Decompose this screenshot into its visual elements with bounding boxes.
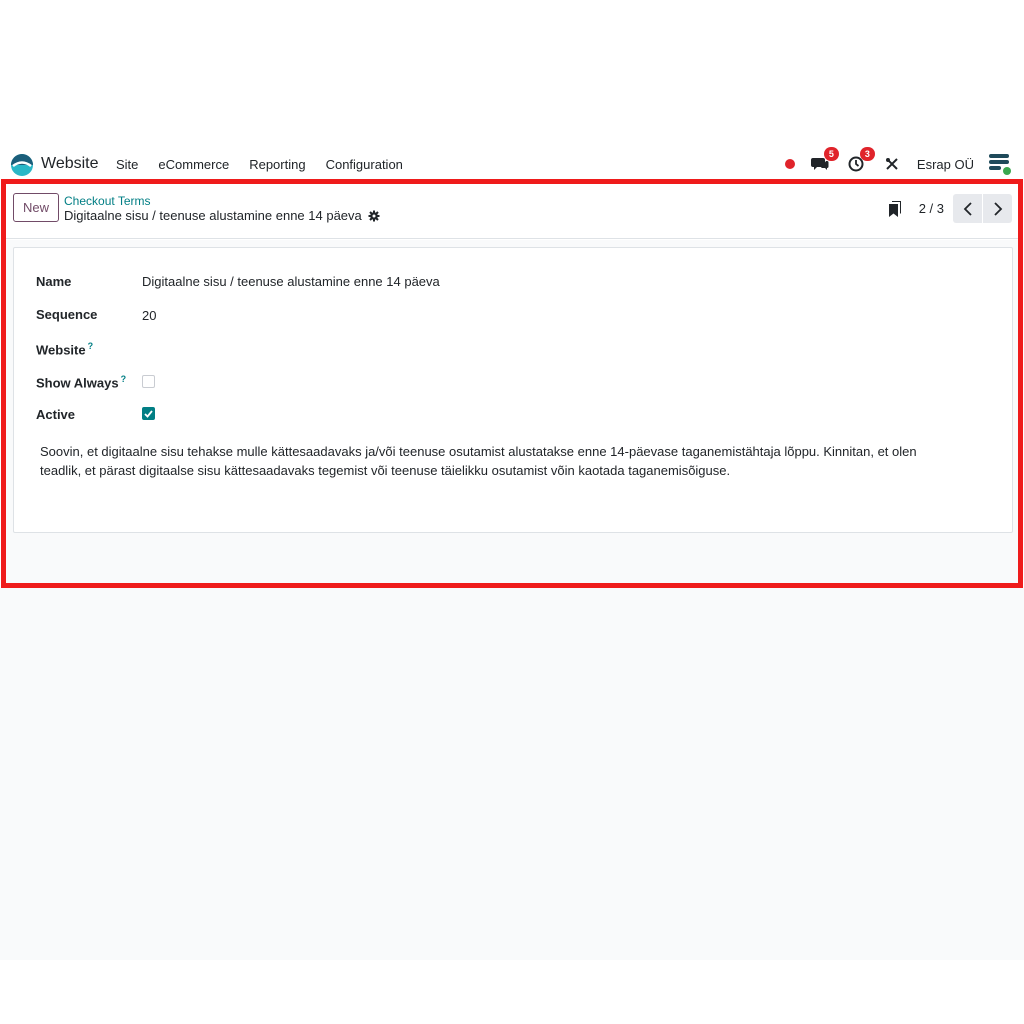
website-label: Website? <box>36 341 93 357</box>
tools-icon <box>885 158 898 170</box>
activities-count-badge: 3 <box>859 147 875 161</box>
debug-tools-button[interactable] <box>881 153 903 175</box>
activities-button[interactable]: 3 <box>845 147 875 175</box>
chevron-right-icon <box>993 201 1002 216</box>
menu-configuration[interactable]: Configuration <box>326 157 403 172</box>
form-sheet: Name Digitaalne sisu / teenuse alustamin… <box>13 247 1013 533</box>
show-always-help-icon[interactable]: ? <box>121 374 127 384</box>
pager-value[interactable]: 2 / 3 <box>919 201 944 216</box>
terms-description[interactable]: Soovin, et digitaalne sisu tehakse mulle… <box>40 442 960 480</box>
recording-dot-icon[interactable] <box>784 159 795 169</box>
sequence-label: Sequence <box>36 307 98 322</box>
record-title: Digitaalne sisu / teenuse alustamine enn… <box>64 208 362 223</box>
record-title-row: Digitaalne sisu / teenuse alustamine enn… <box>64 208 380 223</box>
avatar-icon[interactable] <box>988 152 1014 176</box>
show-always-checkbox[interactable] <box>142 375 155 388</box>
menu-reporting[interactable]: Reporting <box>249 157 305 172</box>
company-switcher[interactable]: Esrap OÜ <box>917 157 974 172</box>
breadcrumb-checkout-terms[interactable]: Checkout Terms <box>64 194 150 208</box>
menu-site[interactable]: Site <box>116 157 138 172</box>
website-label-text: Website <box>36 342 86 358</box>
active-label: Active <box>36 407 76 422</box>
gear-icon[interactable] <box>368 210 380 222</box>
show-always-label: Show Always? <box>36 374 126 390</box>
messages-count-badge: 5 <box>823 147 839 161</box>
active-checkbox[interactable] <box>142 407 155 420</box>
top-navbar: Website Site eCommerce Reporting Configu… <box>0 146 1024 182</box>
messages-button[interactable]: 5 <box>809 147 839 175</box>
website-app-icon[interactable] <box>10 153 34 177</box>
main-menu: Site eCommerce Reporting Configuration <box>116 157 423 172</box>
chevron-left-icon <box>963 201 972 216</box>
show-always-label-text: Show Always <box>36 375 119 391</box>
name-field[interactable]: Digitaalne sisu / teenuse alustamine enn… <box>142 274 440 289</box>
website-field[interactable] <box>142 341 442 357</box>
pager: 2 / 3 <box>888 194 1012 223</box>
website-help-icon[interactable]: ? <box>88 341 94 351</box>
checkmark-icon <box>144 409 153 418</box>
bookmark-icon[interactable] <box>888 200 901 217</box>
app-name[interactable]: Website <box>41 155 99 173</box>
system-tray: 5 3 Esrap OÜ <box>784 147 1014 176</box>
new-button[interactable]: New <box>13 193 59 222</box>
pager-next-button[interactable] <box>983 194 1012 223</box>
control-panel: New Checkout Terms Digitaalne sisu / tee… <box>6 184 1018 239</box>
menu-ecommerce[interactable]: eCommerce <box>158 157 229 172</box>
page-background <box>0 588 1024 960</box>
pager-previous-button[interactable] <box>953 194 982 223</box>
name-label: Name <box>36 274 72 289</box>
sequence-field[interactable]: 20 <box>142 308 156 323</box>
